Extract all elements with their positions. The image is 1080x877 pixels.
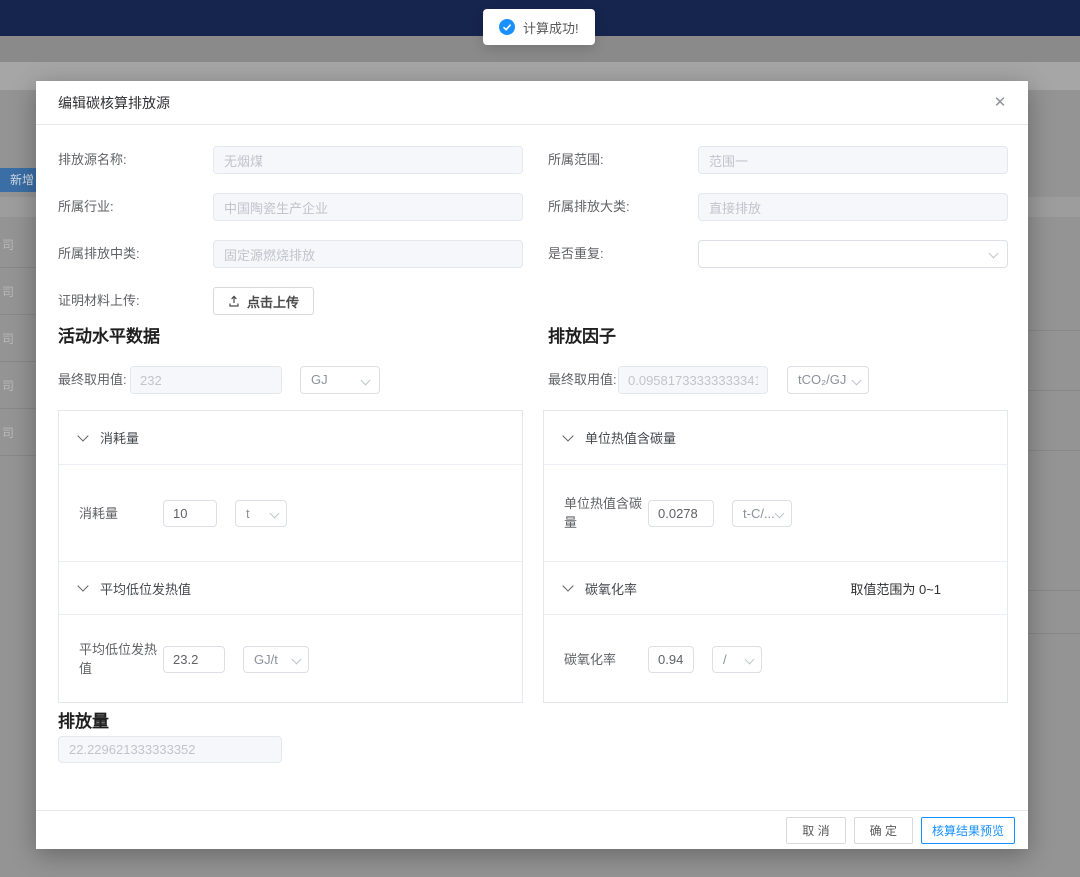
oxidation-rate-range-note: 取值范围为 0~1 — [850, 579, 941, 598]
factor-unit-select[interactable]: tCO₂/GJ — [787, 366, 869, 394]
consumption-unit-select[interactable]: t — [235, 500, 287, 527]
chevron-down-icon — [77, 430, 88, 441]
emission-mid-input — [213, 240, 523, 268]
activity-unit-value: GJ — [311, 372, 328, 387]
oxidation-rate-row: 碳氧化率 / — [544, 615, 1007, 703]
consumption-row: 消耗量 t — [59, 465, 522, 561]
is-duplicate-select[interactable] — [698, 240, 1008, 268]
consumption-label: 消耗量 — [79, 504, 163, 523]
oxidation-rate-label: 碳氧化率 — [564, 650, 648, 669]
table-row: 司 — [0, 222, 36, 268]
factor-final-label: 最终取用值: — [548, 366, 617, 394]
scope-label: 所属范围: — [548, 146, 698, 174]
factor-final-input — [618, 366, 768, 394]
close-icon[interactable]: ✕ — [990, 93, 1010, 113]
carbon-content-label: 单位热值含碳量 — [564, 494, 648, 532]
upload-button[interactable]: 点击上传 — [213, 287, 314, 315]
factor-panels: 单位热值含碳量 单位热值含碳量 t-C/... 碳氧化率 取值范围为 0~1 碳… — [543, 410, 1008, 703]
table-row: 司 — [0, 269, 36, 315]
consumption-panel-title: 消耗量 — [100, 428, 139, 447]
source-name-label: 排放源名称: — [58, 146, 208, 174]
cancel-button[interactable]: 取 消 — [786, 817, 845, 844]
chevron-down-icon — [562, 580, 573, 591]
backdrop-divider — [1028, 590, 1080, 591]
chevron-down-icon — [989, 249, 999, 259]
activity-final-label: 最终取用值: — [58, 366, 127, 394]
oxidation-rate-unit-value: / — [723, 652, 727, 667]
consumption-unit-value: t — [246, 506, 250, 521]
oxidation-rate-panel-header[interactable]: 碳氧化率 取值范围为 0~1 — [544, 561, 1007, 615]
carbon-content-panel-title: 单位热值含碳量 — [585, 428, 676, 447]
backdrop-divider — [1028, 330, 1080, 331]
upload-button-label: 点击上传 — [247, 292, 299, 311]
dialog-footer: 取 消 确 定 核算结果预览 — [36, 810, 1028, 849]
carbon-content-input[interactable] — [648, 500, 714, 527]
carbon-content-unit-select[interactable]: t-C/... — [732, 500, 792, 527]
emission-amount-input — [58, 736, 282, 763]
carbon-content-unit-value: t-C/... — [743, 506, 775, 521]
consumption-input[interactable] — [163, 500, 217, 527]
factor-heading: 排放因子 — [548, 322, 616, 347]
activity-unit-select[interactable]: GJ — [300, 366, 380, 394]
backdrop-divider — [1028, 633, 1080, 634]
heating-value-panel-title: 平均低位发热值 — [100, 579, 191, 598]
carbon-content-row: 单位热值含碳量 t-C/... — [544, 465, 1007, 561]
emission-mid-label: 所属排放中类: — [58, 240, 208, 268]
chevron-down-icon — [562, 430, 573, 441]
is-duplicate-label: 是否重复: — [548, 240, 698, 268]
heating-value-input[interactable] — [163, 646, 225, 673]
chevron-down-icon — [77, 580, 88, 591]
activity-panels: 消耗量 消耗量 t 平均低位发热值 平均低位发热值 GJ/t — [58, 410, 523, 703]
consumption-panel-header[interactable]: 消耗量 — [59, 411, 522, 465]
dialog-title: 编辑碳核算排放源 — [58, 81, 170, 125]
chevron-down-icon — [775, 508, 785, 518]
upload-label: 证明材料上传: — [58, 287, 208, 315]
chevron-down-icon — [292, 654, 302, 664]
chevron-down-icon — [270, 508, 280, 518]
industry-label: 所属行业: — [58, 193, 208, 221]
upload-icon — [228, 295, 240, 307]
edit-emission-source-dialog: 编辑碳核算排放源 ✕ 排放源名称: 所属范围: 所属行业: 所属排放大类: 所属… — [36, 81, 1028, 849]
chevron-down-icon — [745, 654, 755, 664]
factor-unit-value: tCO₂/GJ — [798, 372, 846, 387]
heating-value-label: 平均低位发热值 — [79, 640, 163, 678]
table-row: 司 — [0, 410, 36, 456]
heating-value-row: 平均低位发热值 GJ/t — [59, 615, 522, 703]
dialog-header: 编辑碳核算排放源 ✕ — [36, 81, 1028, 125]
heating-value-unit-value: GJ/t — [254, 652, 278, 667]
chevron-down-icon — [361, 376, 371, 386]
table-row: 司 — [0, 316, 36, 362]
oxidation-rate-unit-select[interactable]: / — [712, 646, 762, 673]
emission-major-input — [698, 193, 1008, 221]
carbon-content-panel-header[interactable]: 单位热值含碳量 — [544, 411, 1007, 465]
toast-text: 计算成功! — [523, 18, 579, 37]
backdrop-divider — [1028, 450, 1080, 451]
confirm-button[interactable]: 确 定 — [854, 817, 913, 844]
scope-input — [698, 146, 1008, 174]
chevron-down-icon — [852, 376, 862, 386]
page: 新增 司 司 司 司 司 计算成功! 编辑碳核算排放源 ✕ 排放源名称: 所属范… — [0, 0, 1080, 877]
heating-value-unit-select[interactable]: GJ/t — [243, 646, 309, 673]
activity-heading: 活动水平数据 — [58, 322, 160, 347]
backdrop-divider — [1028, 390, 1080, 391]
preview-result-button[interactable]: 核算结果预览 — [921, 817, 1015, 844]
industry-input — [213, 193, 523, 221]
toast-message: 计算成功! — [483, 9, 595, 45]
table-row: 司 — [0, 363, 36, 409]
oxidation-rate-input[interactable] — [648, 646, 694, 673]
source-name-input — [213, 146, 523, 174]
oxidation-rate-panel-title: 碳氧化率 — [585, 579, 637, 598]
emission-heading: 排放量 — [58, 707, 109, 732]
heating-value-panel-header[interactable]: 平均低位发热值 — [59, 561, 522, 615]
emission-major-label: 所属排放大类: — [548, 193, 698, 221]
success-check-icon — [499, 19, 515, 35]
activity-final-input — [130, 366, 282, 394]
